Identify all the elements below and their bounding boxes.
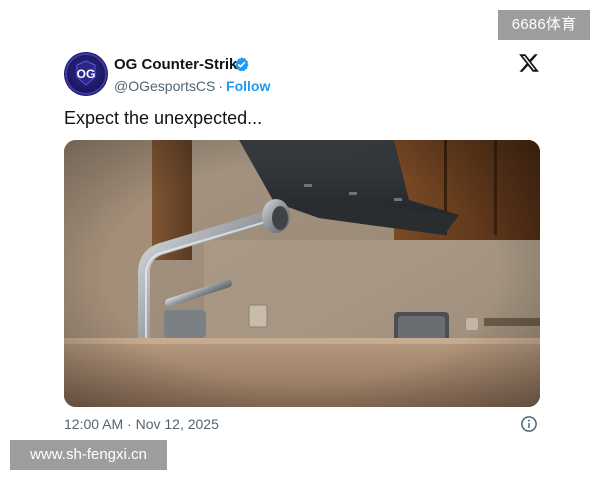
tweet-media-image[interactable]	[64, 140, 540, 407]
watermark-bottom-left: www.sh-fengxi.cn	[10, 440, 167, 470]
separator-dot: ·	[218, 78, 224, 94]
avatar[interactable]: OG	[64, 52, 108, 96]
info-icon[interactable]	[520, 415, 538, 433]
author-handle[interactable]: @OGesportsCS	[114, 78, 215, 94]
author-name[interactable]: OG Counter-Strike	[114, 56, 246, 73]
tweet-timestamp[interactable]: 12:00 AM · Nov 12, 2025	[64, 416, 219, 432]
follow-link[interactable]: Follow	[226, 78, 270, 94]
verified-badge-icon	[235, 57, 249, 72]
avatar-logo-text: OG	[77, 67, 96, 81]
x-logo-icon[interactable]	[518, 52, 540, 74]
og-logo-icon: OG	[65, 53, 107, 95]
handle-row: @OGesportsCS · Follow	[114, 78, 270, 94]
watermark-top-right: 6686体育	[498, 10, 590, 40]
tweet-text: Expect the unexpected...	[64, 108, 263, 128]
kitchen-faucet-photo	[64, 140, 540, 407]
